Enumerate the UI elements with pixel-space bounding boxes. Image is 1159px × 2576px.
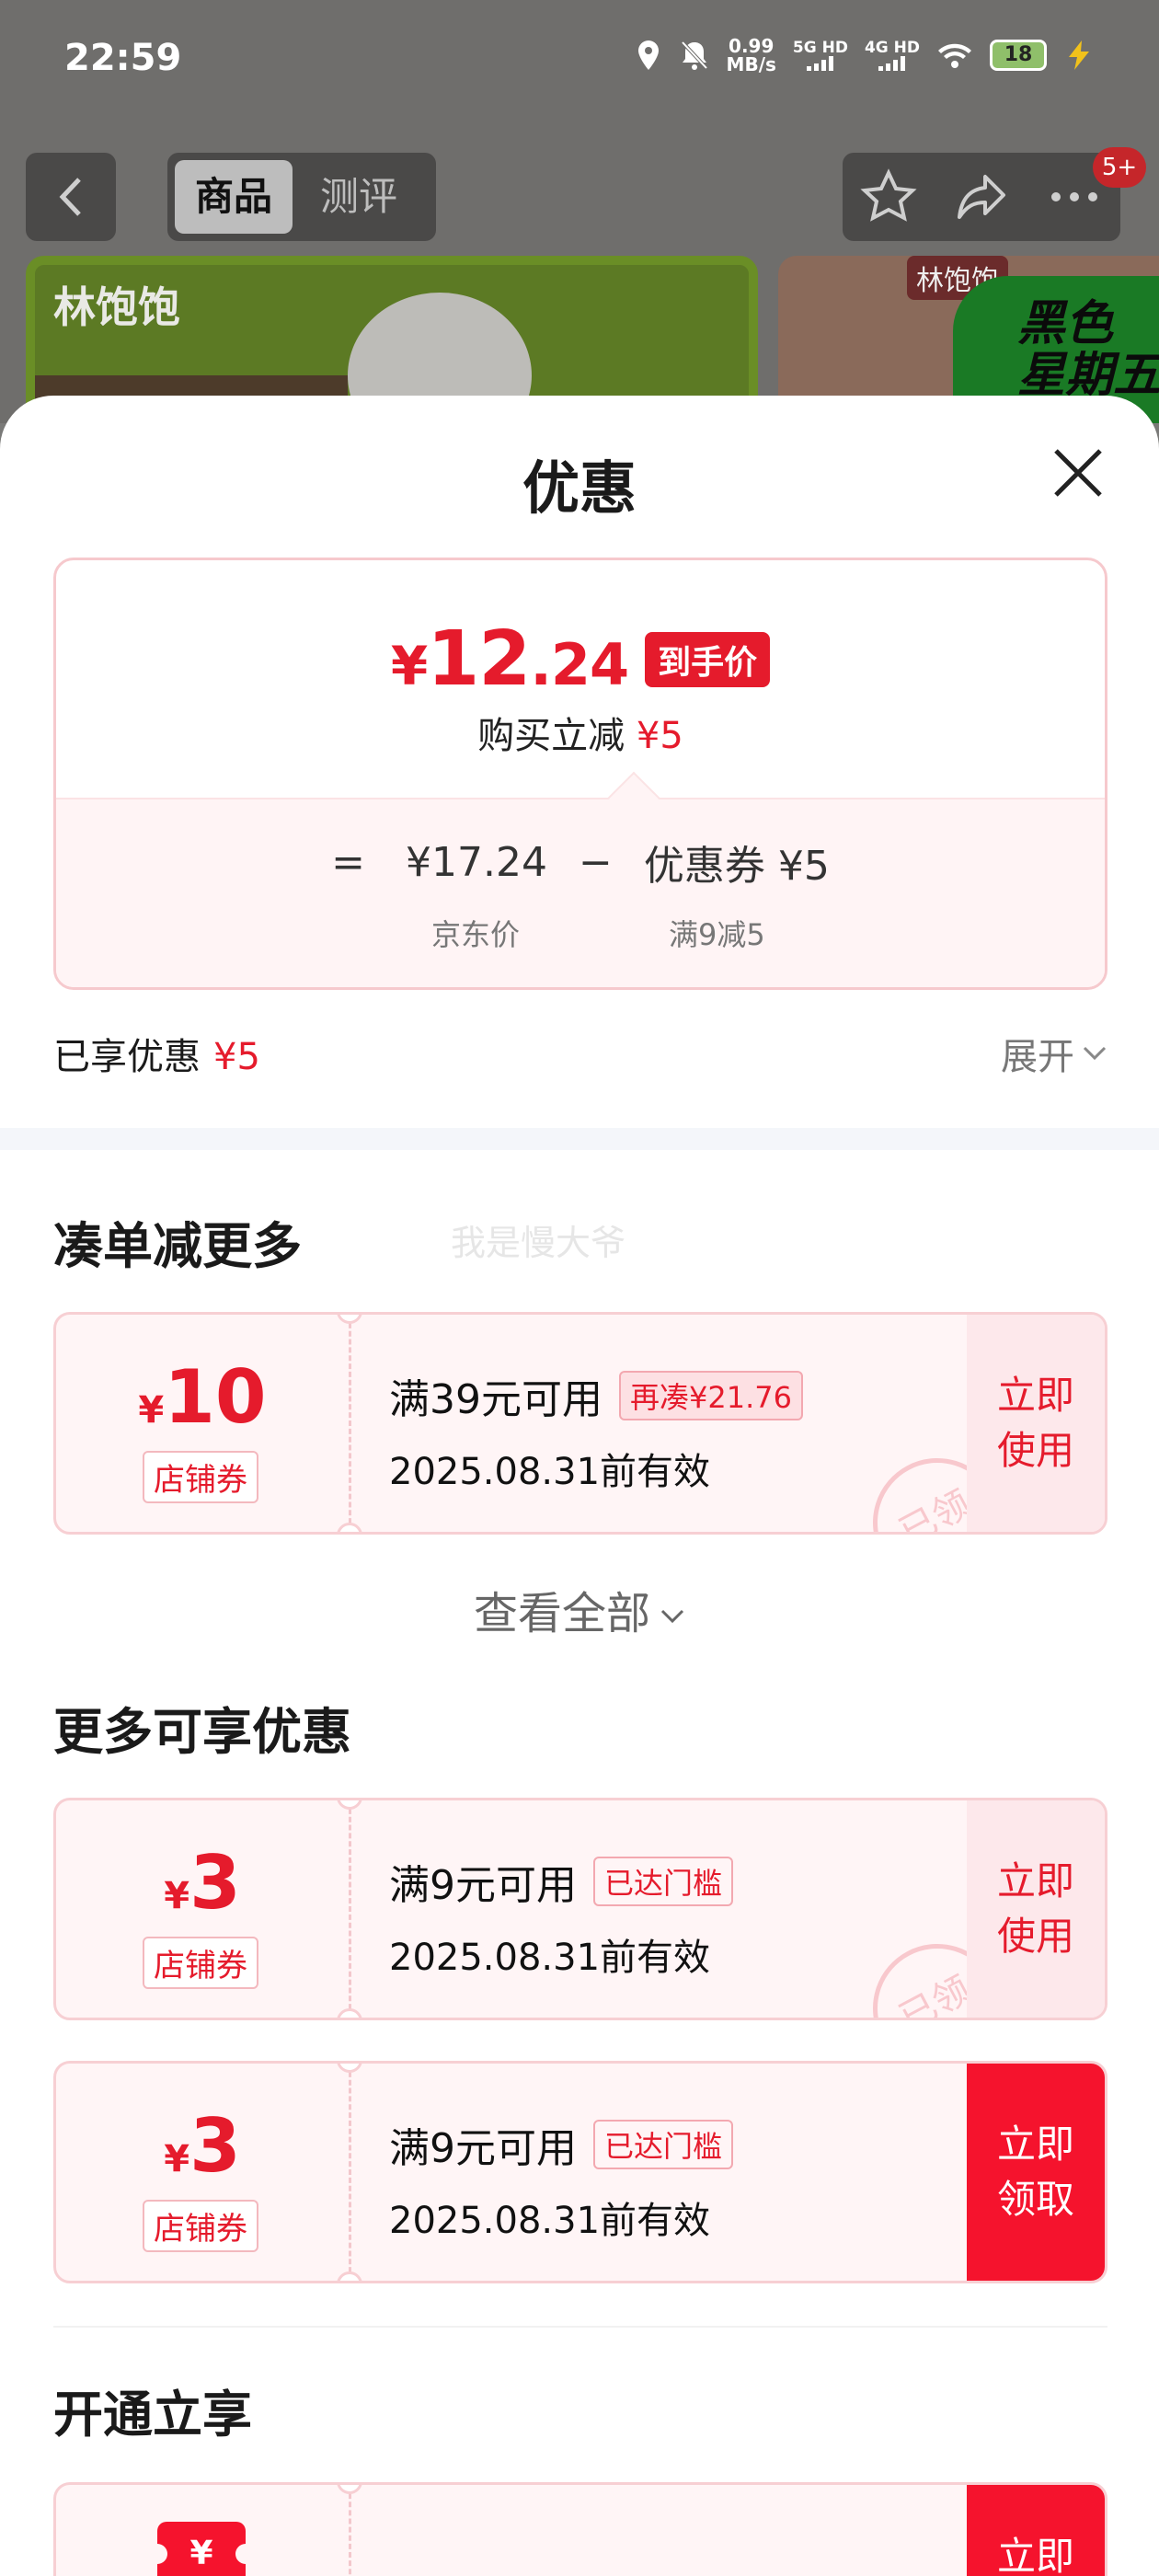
jd-price-label: 京东价 (431, 917, 521, 952)
nav-actions (843, 153, 1120, 241)
coupon-amount: ¥10 (138, 1354, 267, 1440)
coupon-rule-label: 满9减5 (669, 917, 765, 952)
network-speed: 0.99 MB/s (726, 35, 776, 75)
section-title-membership: 开通立享 (53, 2386, 252, 2444)
expand-toggle[interactable]: 展开 (1001, 1027, 1107, 1080)
coupon-type: 店铺券 (143, 1451, 258, 1503)
section-title-more: 更多可享优惠 (53, 1703, 351, 1761)
watermark: 我是慢大爷 (451, 1223, 626, 1263)
coupon-amount: ¥3 (164, 2103, 241, 2189)
use-now-button[interactable]: 立即 使用 (967, 1800, 1105, 2018)
coupon-card: ¥ 立即 (53, 2482, 1107, 2576)
star-icon[interactable] (859, 167, 918, 226)
battery-indicator: 18 (990, 40, 1047, 71)
price-formula: = ¥17.24 − 优惠券 ¥5 (56, 833, 1105, 891)
final-price: ¥12.24 (390, 615, 629, 703)
status-time: 22:59 (64, 37, 182, 79)
tab-review[interactable]: 测评 (300, 160, 418, 234)
chevron-down-icon (660, 1609, 684, 1624)
threshold-met-chip: 已达门槛 (593, 1857, 734, 1906)
coupon-card: ¥10 店铺券 满39元可用 再凑¥21.76 2025.08.31前有效 已领… (53, 1312, 1107, 1535)
coupon-card: ¥3 店铺券 满9元可用 已达门槛 2025.08.31前有效 已领 立即 使用 (53, 1798, 1107, 2020)
membership-coupon-icon: ¥ (157, 2522, 246, 2576)
coupon-deduction: 优惠券 ¥5 (643, 843, 830, 890)
tab-product[interactable]: 商品 (175, 160, 293, 234)
back-button[interactable] (26, 153, 116, 241)
mute-bell-icon (681, 40, 708, 70)
section-title-bundle: 凑单减更多 (53, 1217, 302, 1275)
chevron-down-icon (1083, 1046, 1107, 1061)
coupon-condition: 满39元可用 (389, 1376, 602, 1423)
background-page: 22:59 0.99 MB/s 5G HD 4G HD 18 商品 测评 5+ … (0, 0, 1159, 423)
jd-price: ¥17.24 (406, 838, 547, 886)
coupon-validity: 2025.08.31前有效 (389, 1451, 711, 1493)
tab-switcher: 商品 测评 (167, 153, 436, 241)
section-divider (53, 2326, 1107, 2328)
coupon-condition: 满9元可用 (389, 2125, 577, 2172)
discount-sheet: 优惠 ¥12.24 到手价 购买立减 ¥5 = ¥17.24 − 优惠券 ¥5 … (0, 396, 1159, 2576)
coupon-type: 店铺券 (143, 1937, 258, 1989)
view-all-button[interactable]: 查看全部 (0, 1577, 1159, 1641)
share-icon[interactable] (952, 167, 1011, 226)
use-now-button[interactable]: 立即 使用 (967, 1315, 1105, 1532)
claim-now-button[interactable]: 立即 (967, 2485, 1105, 2576)
coupon-card: ¥3 店铺券 满9元可用 已达门槛 2025.08.31前有效 立即 领取 (53, 2061, 1107, 2283)
signal-sim1: 5G HD (793, 40, 848, 71)
section-divider (0, 1128, 1159, 1150)
coupon-validity: 2025.08.31前有效 (389, 2200, 711, 2242)
final-price-tag: 到手价 (645, 631, 771, 687)
product-nav-bar: 商品 测评 5+ (0, 147, 1159, 248)
coupon-type: 店铺券 (143, 2200, 258, 2252)
signal-sim2: 4G HD (865, 40, 920, 71)
claim-now-button[interactable]: 立即 领取 (967, 2064, 1105, 2281)
status-icons: 0.99 MB/s 5G HD 4G HD 18 (635, 37, 1095, 74)
signal-bars-icon (878, 56, 906, 71)
instant-discount: 购买立减 ¥5 (477, 715, 683, 757)
svg-text:¥: ¥ (189, 2535, 212, 2572)
chevron-left-icon (59, 178, 81, 216)
sheet-title: 优惠 (522, 454, 637, 522)
coupon-condition: 满9元可用 (389, 1862, 577, 1909)
signal-bars-icon (807, 56, 834, 71)
coupon-gap-chip: 再凑¥21.76 (619, 1371, 803, 1420)
status-bar: 22:59 0.99 MB/s 5G HD 4G HD 18 (0, 0, 1159, 120)
enjoyed-discount-row: 已享优惠 ¥5 展开 (53, 1027, 1107, 1080)
notification-badge: 5+ (1093, 147, 1146, 188)
brand-logo: 林饱饱 (53, 282, 180, 332)
location-icon (637, 40, 659, 70)
coupon-validity: 2025.08.31前有效 (389, 1937, 711, 1979)
coupon-amount: ¥3 (164, 1840, 241, 1926)
threshold-met-chip: 已达门槛 (593, 2120, 734, 2169)
price-breakdown-card: ¥12.24 到手价 购买立减 ¥5 = ¥17.24 − 优惠券 ¥5 京东价… (53, 558, 1107, 990)
close-icon[interactable] (1049, 443, 1107, 502)
wifi-icon (938, 43, 971, 68)
charging-bolt-icon (1069, 40, 1089, 70)
